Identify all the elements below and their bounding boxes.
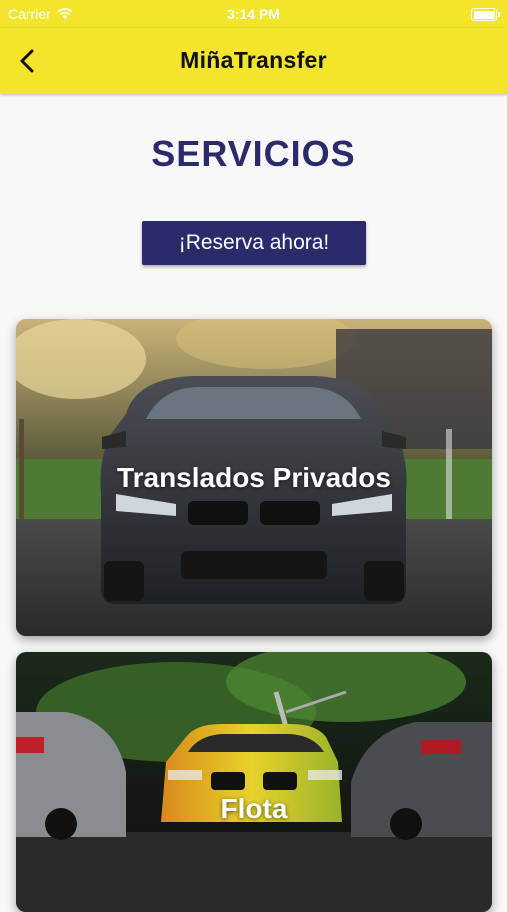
nav-title: MiñaTransfer — [180, 47, 327, 73]
status-bar: Carrier 3:14 PM — [0, 0, 507, 28]
card-label-private-transfers: Translados Privados — [117, 462, 391, 493]
car-photo-fleet — [16, 652, 492, 912]
reserve-now-button[interactable]: ¡Reserva ahora! — [142, 221, 366, 265]
battery-icon — [471, 8, 500, 21]
service-card-private-transfers[interactable]: Translados Privados — [16, 319, 492, 636]
service-card-fleet[interactable]: Flota — [16, 652, 492, 912]
card-label-fleet: Flota — [220, 793, 288, 824]
status-time: 3:14 PM — [227, 6, 280, 22]
navigation-bar: MiñaTransfer — [0, 28, 507, 94]
page-title: SERVICIOS — [151, 133, 356, 174]
